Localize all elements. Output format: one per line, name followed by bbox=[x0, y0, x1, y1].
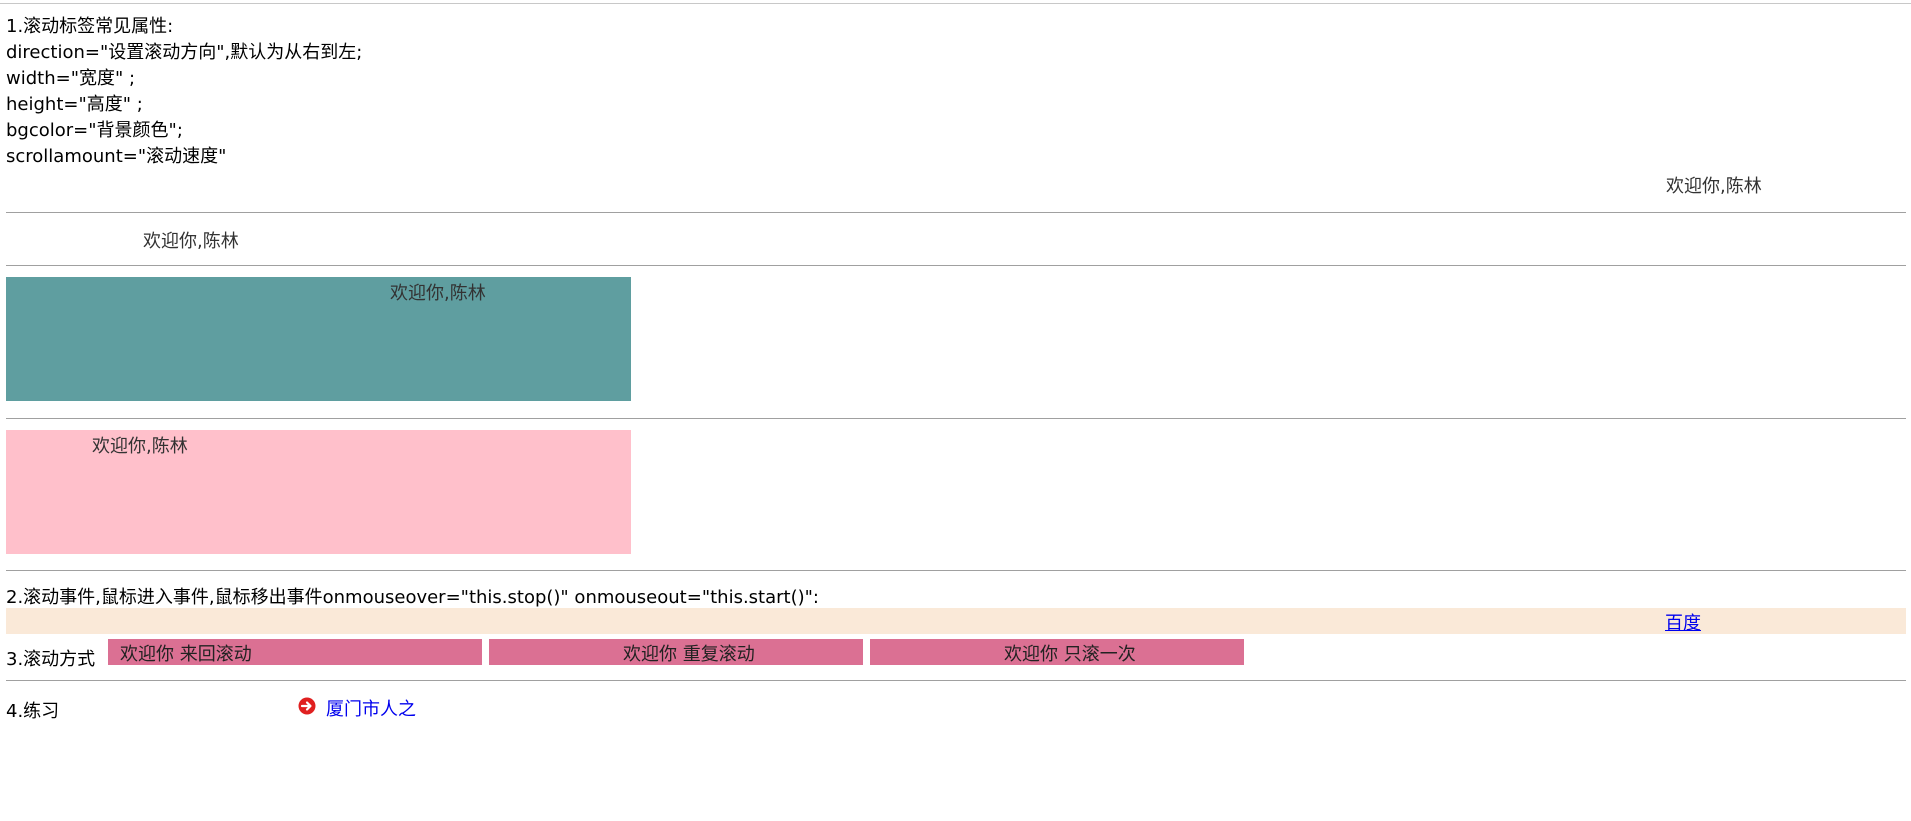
marquee-scroll[interactable]: 欢迎你 重复滚动 bbox=[489, 639, 863, 665]
section4-label: 4.练习 bbox=[6, 701, 60, 722]
intro-line-2: direction="设置滚动方向",默认为从右到左; bbox=[6, 42, 363, 63]
marquee-teal-box[interactable]: 欢迎你,陈林 bbox=[6, 277, 631, 401]
divider-5 bbox=[6, 680, 1906, 681]
divider-2 bbox=[6, 265, 1906, 266]
marquee-teal-text: 欢迎你,陈林 bbox=[390, 283, 486, 304]
divider-3 bbox=[6, 418, 1906, 419]
baidu-link[interactable]: 百度 bbox=[1665, 609, 1701, 635]
practice-news-link[interactable]: 厦门市人之 bbox=[326, 695, 416, 721]
marquee-pink-text: 欢迎你,陈林 bbox=[92, 436, 188, 457]
marquee-slide[interactable]: 欢迎你 只滚一次 bbox=[870, 639, 1244, 665]
event-marquee-strip[interactable]: 百度 bbox=[6, 608, 1906, 634]
marquee-ltr-text: 欢迎你,陈林 bbox=[143, 231, 239, 252]
marquee-default-text: 欢迎你,陈林 bbox=[1666, 176, 1762, 197]
intro-line-3: width="宽度" ; bbox=[6, 68, 136, 89]
marquee-alternate[interactable]: 欢迎你 来回滚动 bbox=[108, 639, 482, 665]
intro-line-1: 1.滚动标签常见属性: bbox=[6, 16, 174, 37]
marquee-slide-text: 欢迎你 只滚一次 bbox=[1004, 644, 1136, 665]
intro-line-5: bgcolor="背景颜色"; bbox=[6, 120, 183, 141]
arrow-circle-right-icon bbox=[298, 697, 316, 715]
divider-4 bbox=[6, 570, 1906, 571]
marquee-alternate-text: 欢迎你 来回滚动 bbox=[120, 644, 252, 665]
intro-line-4: height="高度" ; bbox=[6, 94, 143, 115]
top-divider bbox=[0, 3, 1911, 4]
intro-text: 1.滚动标签常见属性: direction="设置滚动方向",默认为从右到左; … bbox=[6, 14, 362, 170]
divider-1 bbox=[6, 212, 1906, 213]
section3-label: 3.滚动方式 bbox=[6, 649, 96, 670]
intro-line-6: scrollamount="滚动速度" bbox=[6, 146, 227, 167]
section2-heading: 2.滚动事件,鼠标进入事件,鼠标移出事件onmouseover="this.st… bbox=[6, 587, 819, 608]
practice-marquee[interactable]: 厦门市人之 bbox=[298, 693, 420, 721]
marquee-scroll-text: 欢迎你 重复滚动 bbox=[623, 644, 755, 665]
marquee-pink-box[interactable]: 欢迎你,陈林 bbox=[6, 430, 631, 554]
